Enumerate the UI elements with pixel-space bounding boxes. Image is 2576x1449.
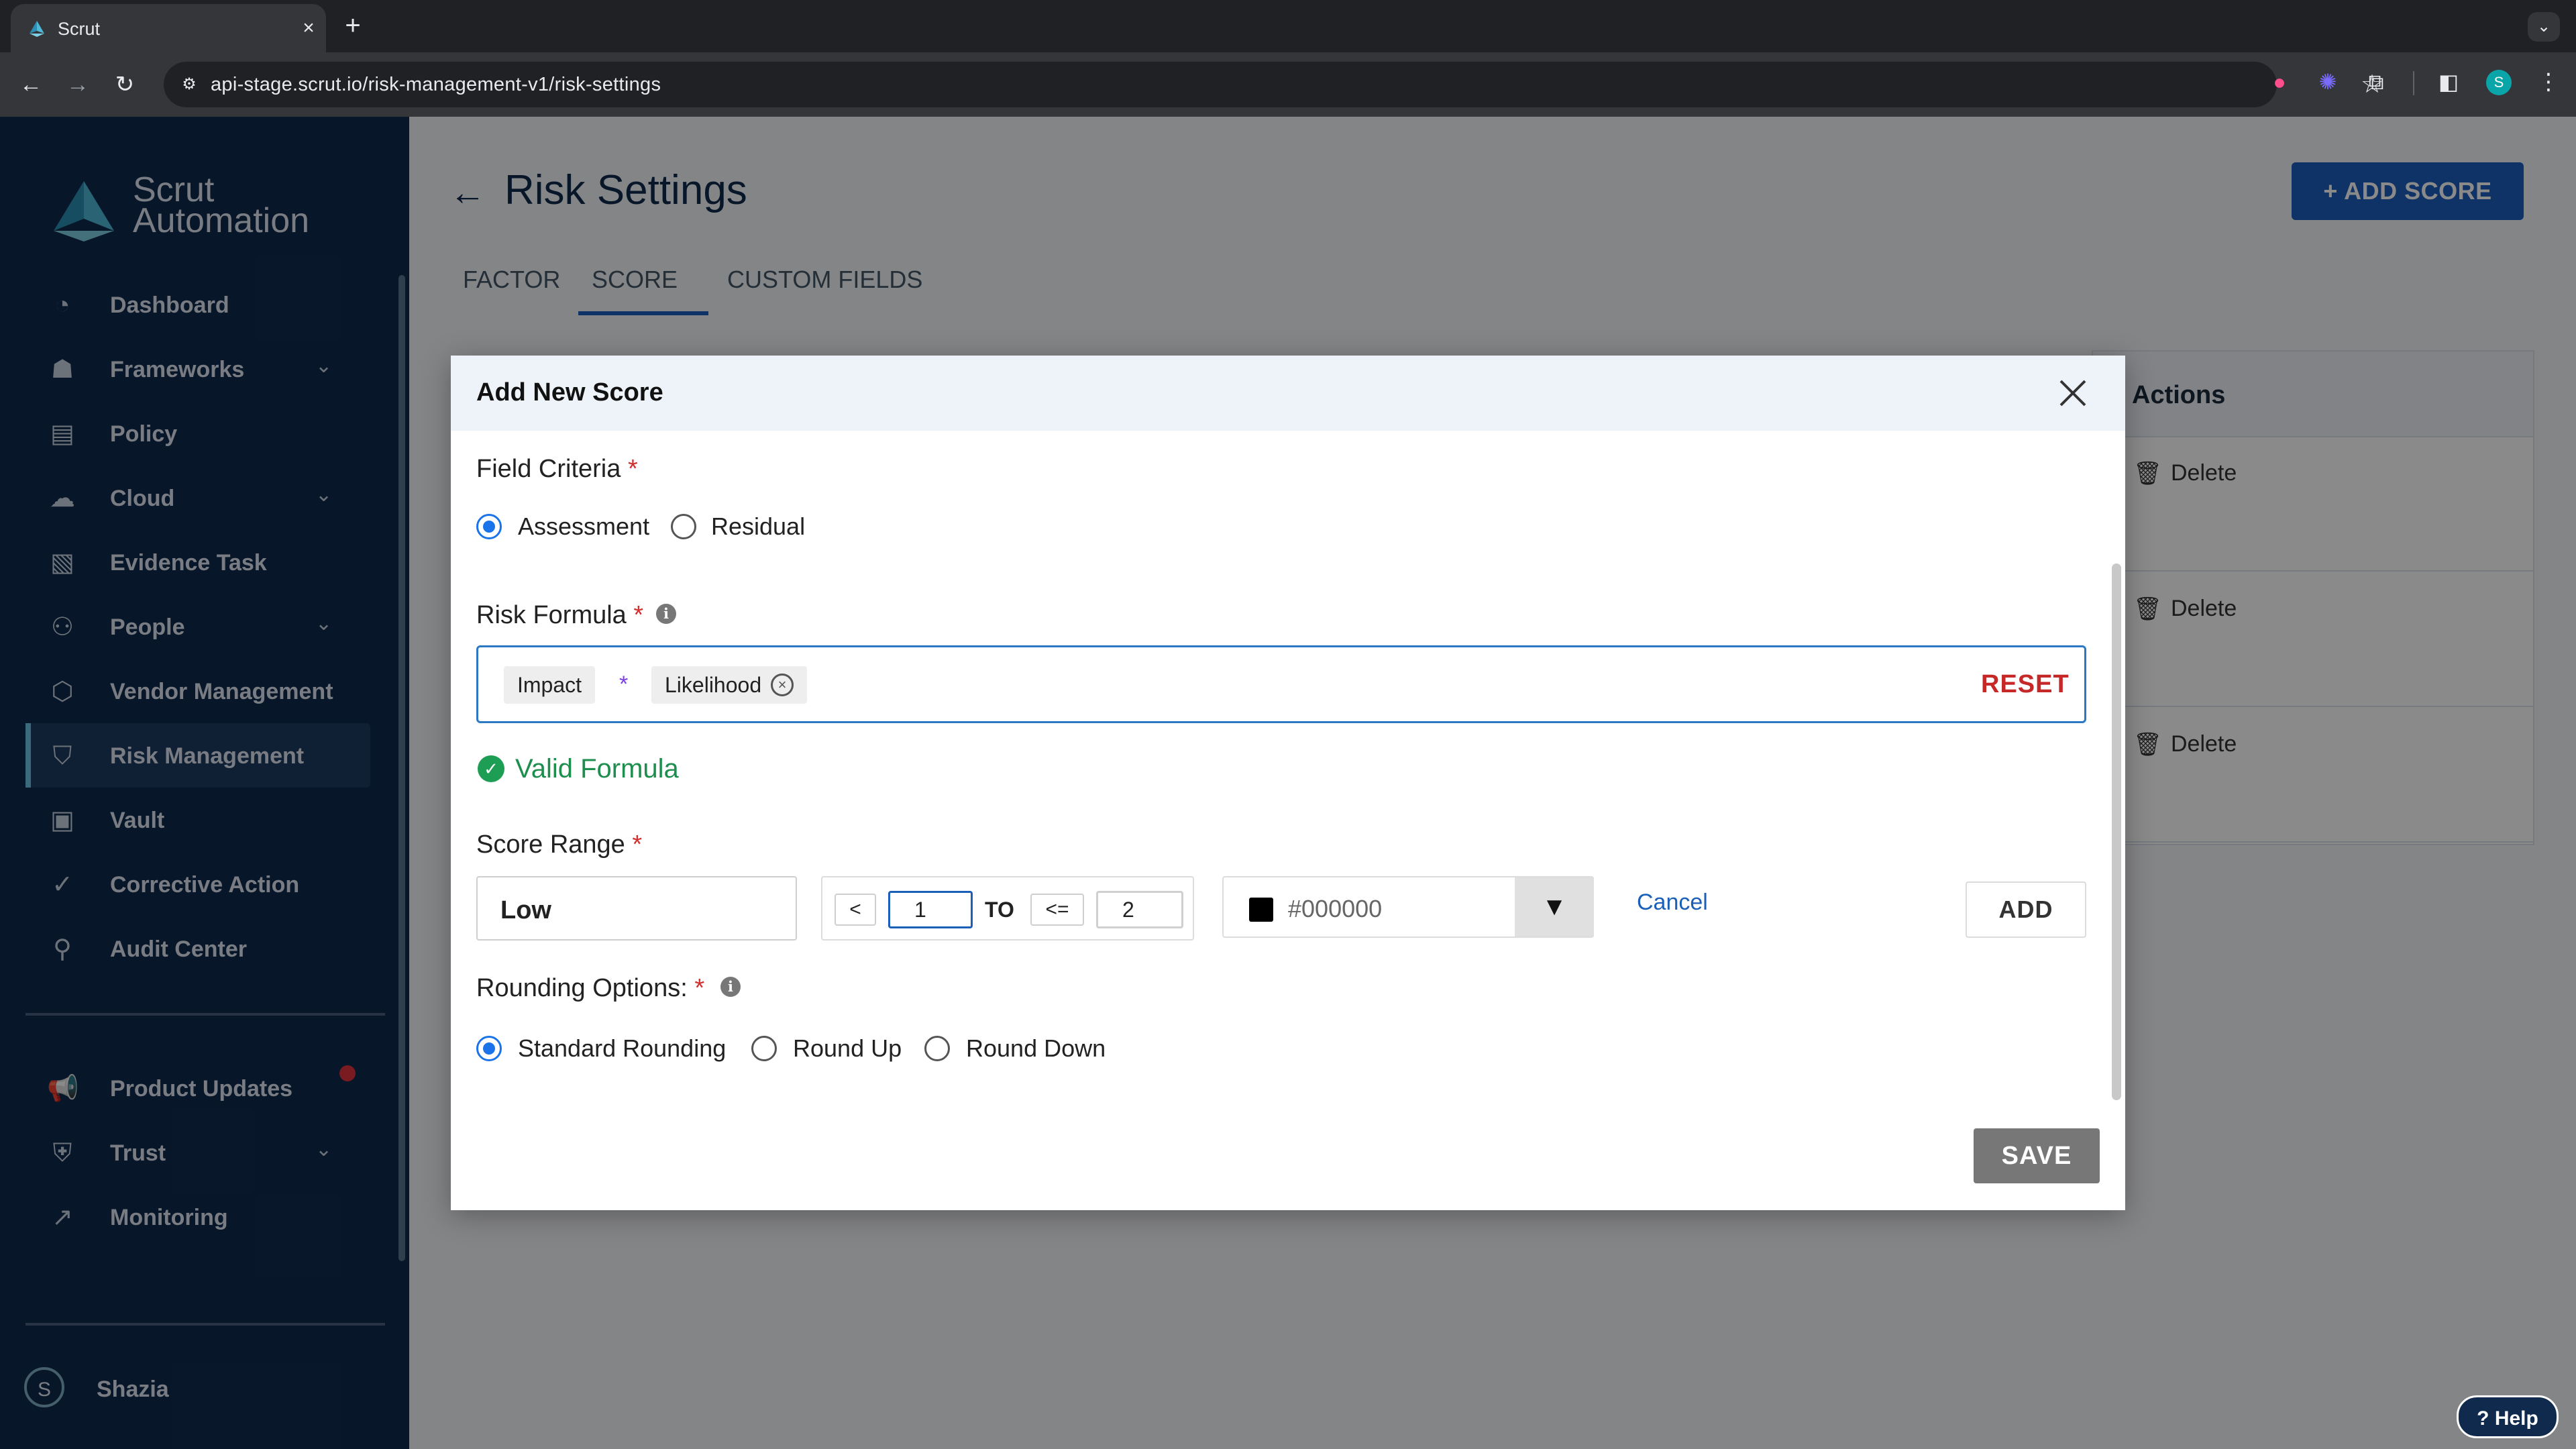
required-mark: * [632,830,643,859]
rounding-text: Rounding Options: [476,974,688,1002]
formula-operator[interactable]: * [619,672,628,698]
lower-operator-button[interactable]: < [835,894,876,926]
upper-operator-button[interactable]: <= [1030,894,1084,926]
modal-title: Add New Score [476,378,663,407]
check-circle-icon: ✓ [478,755,504,782]
address-bar[interactable]: ⚙ api-stage.scrut.io/risk-management-v1/… [164,62,2383,107]
scrut-favicon-icon [30,21,44,37]
save-button[interactable]: SAVE [1974,1128,2100,1183]
valid-formula-text: Valid Formula [515,754,679,784]
formula-chip-impact[interactable]: Impact [504,666,596,704]
required-mark: * [633,601,644,629]
extension-purple-icon[interactable]: ✺ [2313,67,2343,97]
close-tab-icon[interactable]: × [295,15,322,42]
radio-assessment[interactable] [476,514,502,539]
extensions-puzzle-icon[interactable]: ⧉ [2361,67,2391,97]
radio-round-up-label[interactable]: Round Up [793,1034,902,1063]
browser-tab-title: Scrut [58,19,101,39]
upper-value-input[interactable]: 2 [1096,891,1183,928]
info-icon[interactable]: i [720,977,741,997]
radio-assessment-label[interactable]: Assessment [518,513,649,541]
score-range-label: Score Range * [476,830,642,859]
extension-pink-icon[interactable]: ● [2265,67,2294,97]
back-icon[interactable]: ← [13,67,48,102]
cancel-link[interactable]: Cancel [1637,890,1708,916]
remove-chip-icon[interactable]: × [771,673,794,696]
radio-round-down[interactable] [924,1036,950,1061]
lower-value-input[interactable]: 1 [888,891,973,928]
required-mark: * [627,455,638,483]
color-picker[interactable]: #000000 ▼ [1222,876,1594,938]
radio-standard-rounding[interactable] [476,1036,502,1061]
formula-input[interactable]: Impact * Likelihood × RESET [476,645,2086,723]
info-icon[interactable]: i [656,604,676,624]
help-button[interactable]: ? Help [2457,1395,2559,1438]
risk-formula-text: Risk Formula [476,601,627,629]
toolbar-divider [2413,71,2414,95]
field-criteria-text: Field Criteria [476,455,621,483]
browser-tabstrip: Scrut × + ⌄ [0,0,2576,52]
tab-search-icon[interactable]: ⌄ [2528,12,2560,42]
add-score-modal: Add New Score Field Criteria * Assessmen… [451,356,2125,1210]
formula-chip-likelihood-label: Likelihood [665,673,762,697]
close-icon[interactable] [2051,372,2094,415]
score-name-value: Low [500,896,551,924]
browser-toolbar: ← → ↻ ⚙ api-stage.scrut.io/risk-manageme… [0,52,2576,117]
site-info-icon[interactable]: ⚙ [177,72,201,97]
field-criteria-label: Field Criteria * [476,455,638,484]
score-range-box: < 1 TO <= 2 [821,876,1194,941]
modal-header: Add New Score [451,356,2125,431]
new-tab-icon[interactable]: + [335,12,370,42]
side-panel-icon[interactable]: ◧ [2434,67,2463,97]
formula-chip-likelihood[interactable]: Likelihood × [651,666,808,704]
radio-round-down-label[interactable]: Round Down [966,1034,1106,1063]
profile-avatar[interactable]: S [2486,70,2512,95]
rounding-label: Rounding Options: * [476,974,704,1003]
radio-residual-label[interactable]: Residual [711,513,805,541]
score-name-input[interactable]: Low [476,876,797,941]
forward-icon[interactable]: → [60,67,95,102]
score-range-text: Score Range [476,830,625,859]
color-hex-value[interactable]: #000000 [1288,895,1382,923]
reload-icon[interactable]: ↻ [107,67,142,102]
radio-residual[interactable] [671,514,696,539]
help-label: Help [2494,1407,2538,1430]
to-label: TO [985,898,1014,922]
risk-formula-label: Risk Formula * [476,601,643,630]
color-swatch [1249,898,1273,922]
radio-round-up[interactable] [751,1036,777,1061]
reset-button[interactable]: RESET [1981,670,2070,699]
required-mark: * [694,974,705,1002]
modal-scrollbar[interactable] [2112,564,2121,1100]
radio-standard-rounding-label[interactable]: Standard Rounding [518,1034,726,1063]
browser-tab[interactable]: Scrut × [11,4,326,52]
browser-menu-icon[interactable]: ⋮ [2537,67,2560,97]
url-text[interactable]: api-stage.scrut.io/risk-management-v1/ri… [211,74,661,96]
help-icon: ? [2477,1407,2489,1430]
color-dropdown-icon[interactable]: ▼ [1515,877,1594,936]
add-range-button[interactable]: ADD [1966,881,2086,938]
